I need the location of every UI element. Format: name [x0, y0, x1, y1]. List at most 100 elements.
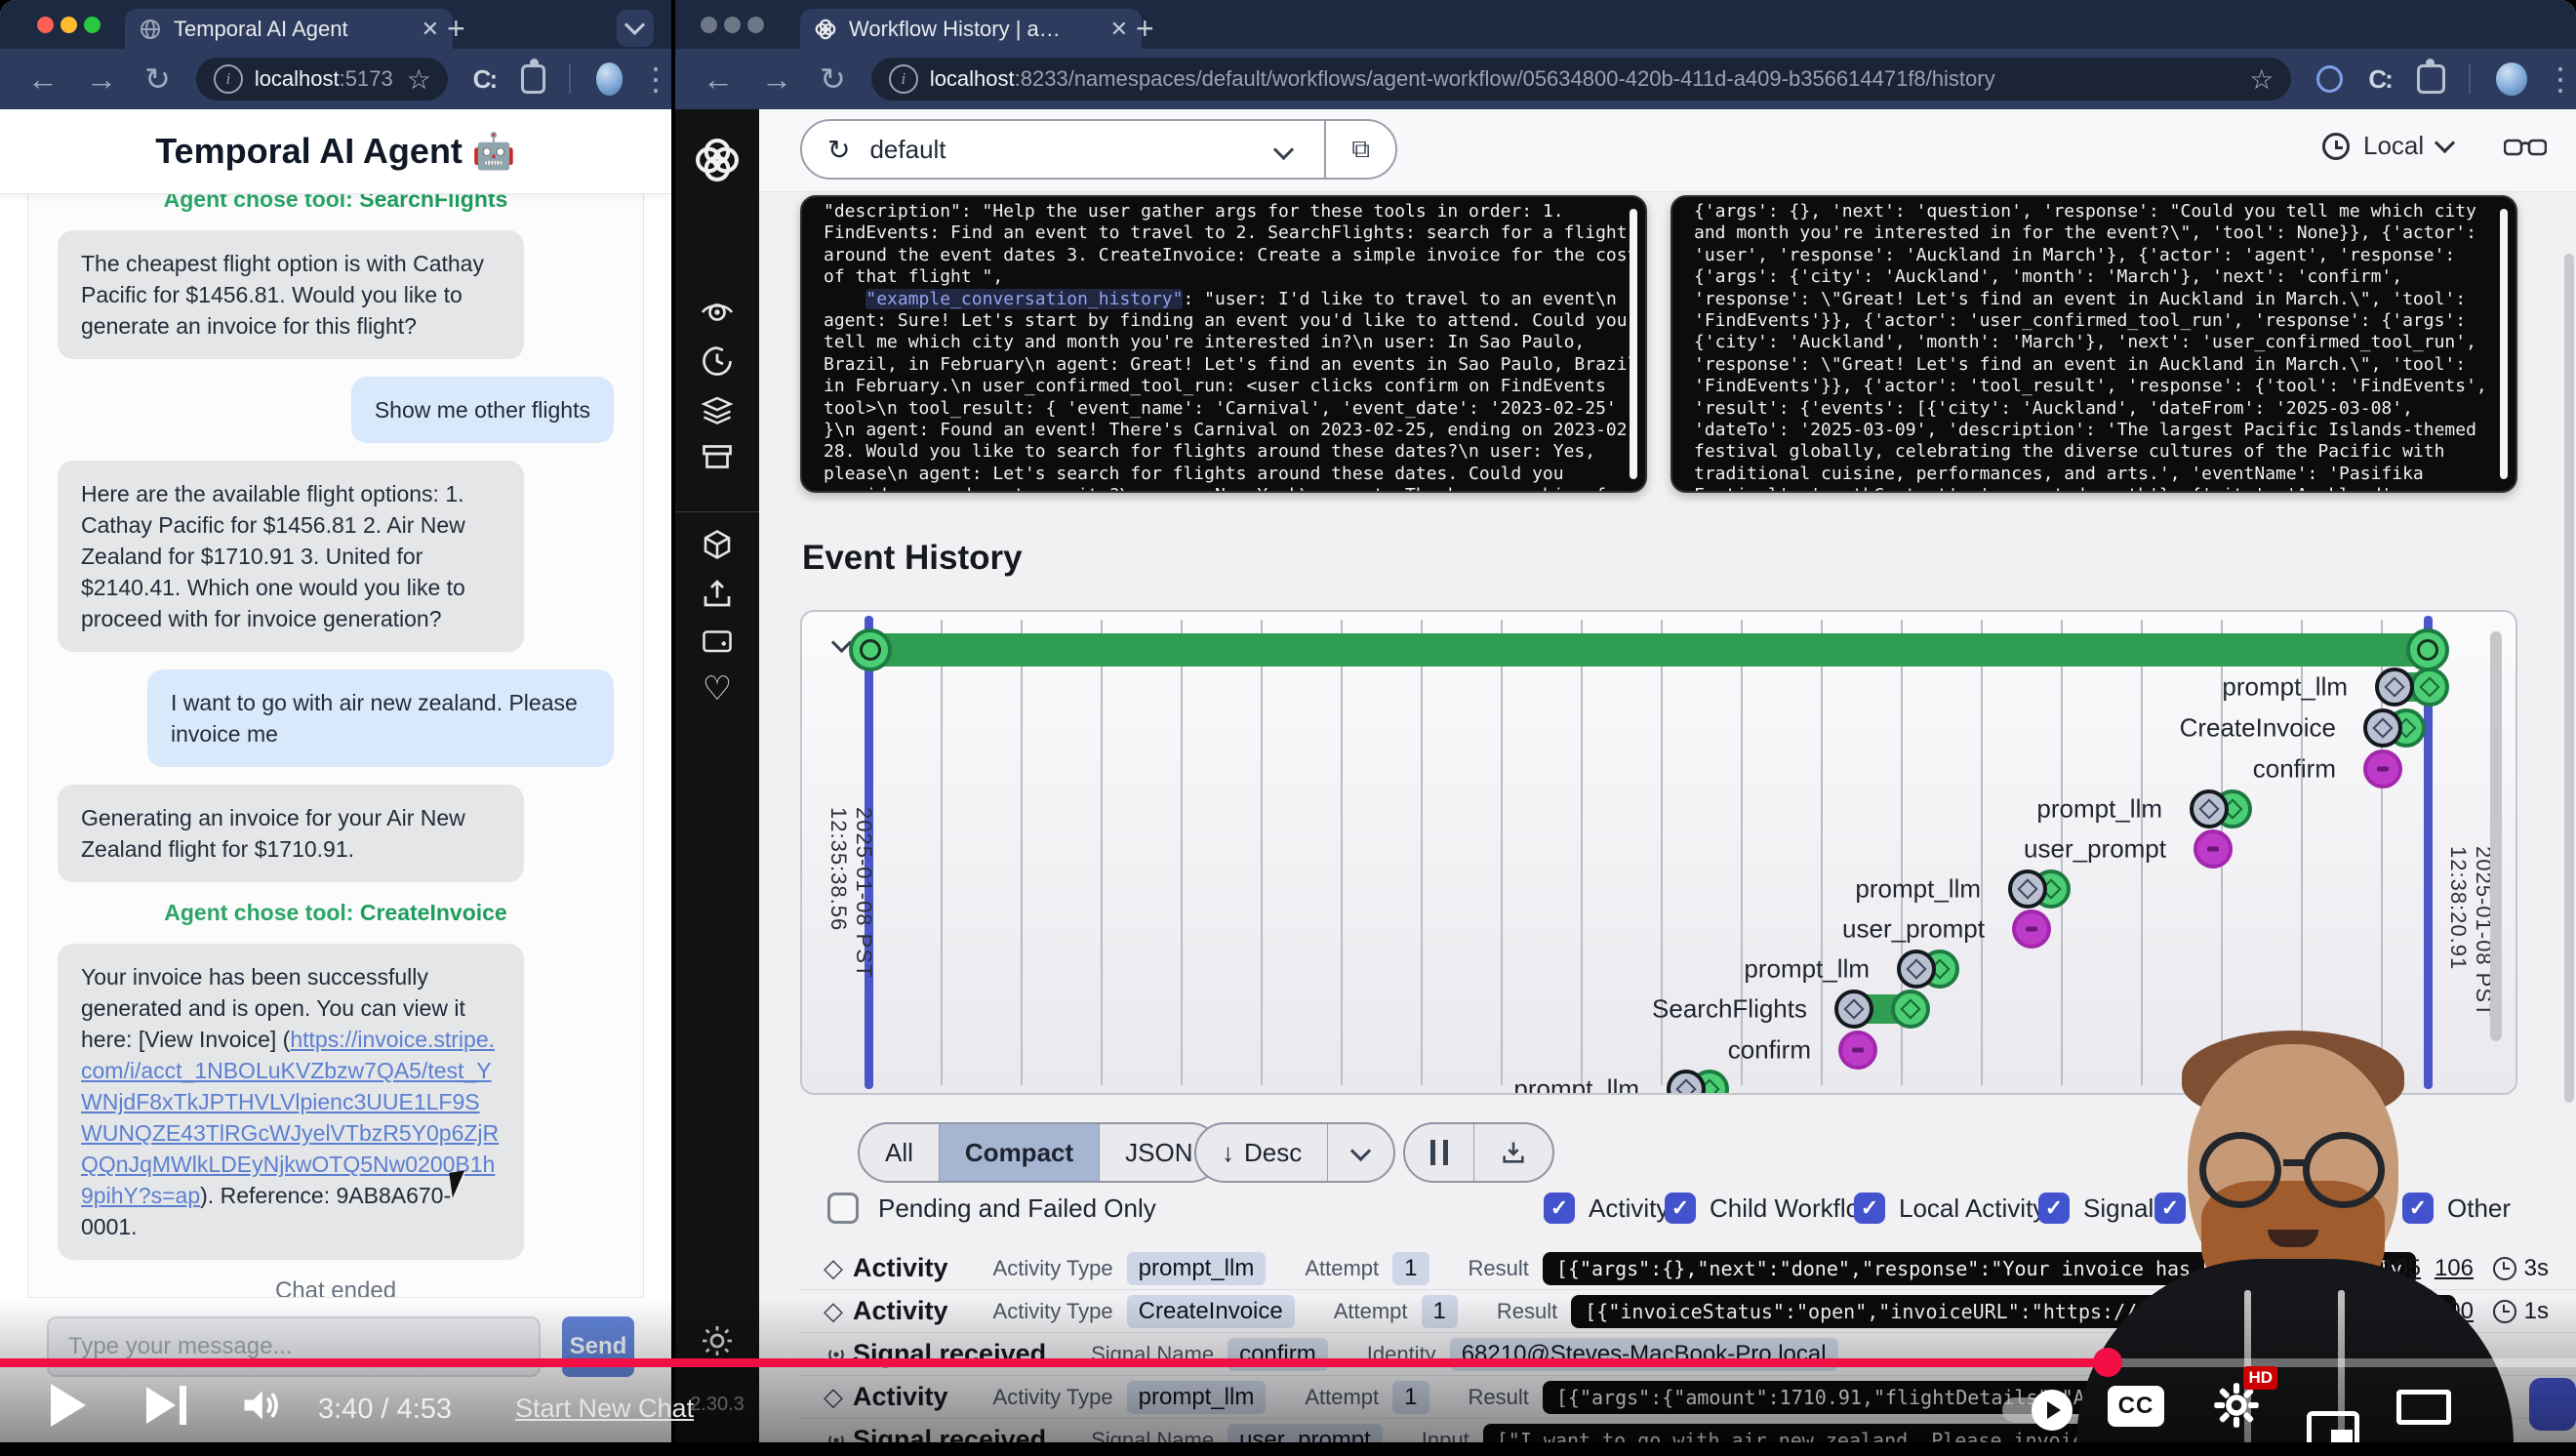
- clock-icon: [2322, 133, 2350, 160]
- view-tab-compact[interactable]: Compact: [940, 1124, 1100, 1181]
- hd-badge: HD: [2243, 1366, 2277, 1390]
- pending-failed-filter[interactable]: Pending and Failed Only: [827, 1193, 1156, 1224]
- view-mode-tabs[interactable]: AllCompactJSON: [858, 1122, 1221, 1183]
- activity-completed-marker[interactable]: [1891, 990, 1930, 1029]
- checkbox-checked[interactable]: ✓: [1665, 1193, 1696, 1224]
- signal-marker[interactable]: [2012, 910, 2051, 949]
- sort-control[interactable]: ↓ Desc: [1194, 1122, 1395, 1183]
- timeline-event-label[interactable]: prompt_llm: [1744, 954, 1870, 985]
- sort-desc-button[interactable]: ↓ Desc: [1196, 1124, 1328, 1181]
- timeline-event-label[interactable]: CreateInvoice: [2180, 713, 2336, 744]
- type-filter-activity[interactable]: ✓Activity: [1544, 1193, 1669, 1224]
- schedules-clock-icon[interactable]: [700, 344, 735, 379]
- signal-marker[interactable]: [2194, 829, 2233, 869]
- activity-scheduled-marker[interactable]: [1897, 950, 1936, 989]
- glasses-bridge: [2283, 1159, 2307, 1166]
- next-video-button[interactable]: [146, 1386, 186, 1425]
- activity-scheduled-marker[interactable]: [2008, 870, 2047, 909]
- workflow-span-bar[interactable]: [868, 633, 2435, 667]
- sort-label: Desc: [1244, 1138, 1302, 1168]
- code-line: 'FindEvents'}}, {'actor': 'user_confirme…: [1694, 310, 2471, 332]
- signal-marker[interactable]: [2363, 749, 2402, 789]
- video-progress-bar[interactable]: [0, 1358, 2576, 1367]
- timeline-event-label[interactable]: SearchFlights: [1652, 994, 1807, 1025]
- progress-scrubber[interactable]: [2093, 1348, 2122, 1377]
- scroll-action-button[interactable]: [2529, 1378, 2576, 1431]
- event-history-timeline[interactable]: 2025-01-08 PST 12:35:38.56 2025-01-08 PS…: [800, 610, 2517, 1095]
- checkbox-checked[interactable]: ✓: [1544, 1193, 1575, 1224]
- code-line: of that flight ",: [824, 266, 1600, 288]
- sort-menu-button[interactable]: [1328, 1124, 1393, 1181]
- code-line: around the event dates 3. CreateInvoice:…: [824, 245, 1600, 266]
- settings-button[interactable]: HD: [2211, 1380, 2262, 1431]
- timeline-event-label[interactable]: prompt_llm: [1855, 874, 1981, 905]
- code-line: {'args': {'city': 'Auckland', 'month': '…: [1694, 266, 2471, 288]
- workflow-start-marker[interactable]: [849, 628, 892, 671]
- code-scrollbar[interactable]: [2500, 209, 2508, 479]
- temporal-logo-icon[interactable]: [692, 135, 743, 185]
- batch-layers-icon[interactable]: [700, 392, 735, 427]
- field-label: Activity Type: [993, 1299, 1113, 1324]
- page-scrollbar[interactable]: [2564, 254, 2574, 1103]
- checkbox-checked[interactable]: ✓: [2038, 1193, 2070, 1224]
- view-tab-all[interactable]: All: [860, 1124, 940, 1181]
- workflow-end-marker[interactable]: [2406, 628, 2449, 671]
- archive-box-icon[interactable]: [700, 439, 735, 474]
- timeline-scrollbar[interactable]: [2490, 631, 2502, 1041]
- theater-mode-button[interactable]: [2396, 1390, 2451, 1425]
- signal-marker[interactable]: [1838, 1031, 1877, 1070]
- checkbox-checked[interactable]: ✓: [1854, 1193, 1885, 1224]
- activity-completed-marker[interactable]: [2410, 667, 2449, 707]
- namespace-value: default: [869, 135, 946, 165]
- chevron-down-icon: [2435, 133, 2455, 153]
- external-link-icon[interactable]: ⧉: [1351, 134, 1370, 165]
- import-upload-icon[interactable]: [700, 576, 735, 611]
- invoice-link[interactable]: https://invoice.stripe.com/i/acct_1NBOLu…: [81, 1027, 499, 1208]
- playback-controls[interactable]: [1403, 1122, 1554, 1183]
- code-line: "description": "Help the user gather arg…: [824, 201, 1600, 222]
- captions-button[interactable]: CC: [2108, 1386, 2164, 1427]
- timeline-event-label[interactable]: user_prompt: [1842, 914, 1985, 945]
- timeline-event-label[interactable]: prompt_llm: [2036, 794, 2162, 825]
- activity-scheduled-marker[interactable]: [2190, 789, 2229, 829]
- timeline-event-label[interactable]: prompt_llm: [1513, 1074, 1639, 1096]
- left-browser-window: Temporal AI Agent ✕ + ← → ↻ i localhost:…: [0, 0, 671, 1444]
- workflows-eye-icon[interactable]: [700, 295, 735, 330]
- namespaces-cube-icon[interactable]: [700, 527, 735, 562]
- video-time-display: 3:40 / 4:53: [318, 1394, 452, 1426]
- download-button[interactable]: [1474, 1124, 1552, 1181]
- glasses-icon: [2199, 1132, 2281, 1208]
- timeline-event-label[interactable]: prompt_llm: [2222, 672, 2348, 703]
- code-scrollbar[interactable]: [1630, 209, 1637, 479]
- activity-scheduled-marker[interactable]: [1834, 990, 1873, 1029]
- theme-sun-icon[interactable]: [700, 1323, 735, 1358]
- type-filter-local-activity[interactable]: ✓Local Activity: [1854, 1193, 2045, 1224]
- timeline-event-label[interactable]: confirm: [2253, 754, 2336, 785]
- code-line: {'city': 'Auckland', 'month': 'March'}, …: [1694, 332, 2471, 353]
- activity-scheduled-marker[interactable]: [2375, 667, 2414, 707]
- reader-glasses-icon[interactable]: [2504, 135, 2547, 160]
- timeline-event-label[interactable]: user_prompt: [2024, 834, 2166, 865]
- code-line: tell me which city and month you're inte…: [824, 332, 1600, 353]
- chat-message-list[interactable]: Agent chose tool: SearchFlightsThe cheap…: [27, 193, 644, 1298]
- namespace-selector[interactable]: ↻ default ⧉: [800, 119, 1397, 180]
- pause-button[interactable]: [1405, 1124, 1474, 1181]
- play-button[interactable]: [51, 1384, 86, 1427]
- labs-monitor-icon[interactable]: [700, 625, 735, 660]
- timezone-selector[interactable]: Local: [2322, 131, 2452, 161]
- section-title: Event History: [802, 539, 1023, 578]
- volume-icon[interactable]: [238, 1384, 283, 1427]
- field-label: Result: [1497, 1299, 1557, 1324]
- activity-scheduled-marker[interactable]: [2363, 708, 2402, 748]
- code-line: Brazil, in February\n agent: Great! Let'…: [824, 354, 1600, 376]
- filter-label: Child Workflow: [1710, 1193, 1878, 1224]
- start-new-chat-link[interactable]: Start New Chat: [515, 1394, 694, 1424]
- autoplay-toggle[interactable]: [2002, 1397, 2069, 1423]
- code-line: Festival', 'monthContext': 'requested mo…: [1694, 485, 2471, 493]
- timeline-event-label[interactable]: confirm: [1728, 1035, 1811, 1066]
- code-panel-left[interactable]: "description": "Help the user gather arg…: [800, 195, 1647, 493]
- feedback-heart-icon[interactable]: ♡: [703, 669, 732, 708]
- type-filter-child-workflow[interactable]: ✓ Child Workflow: [1665, 1193, 1878, 1224]
- code-panel-right[interactable]: {'args': {}, 'next': 'question', 'respon…: [1670, 195, 2517, 493]
- checkbox-unchecked[interactable]: [827, 1193, 859, 1224]
